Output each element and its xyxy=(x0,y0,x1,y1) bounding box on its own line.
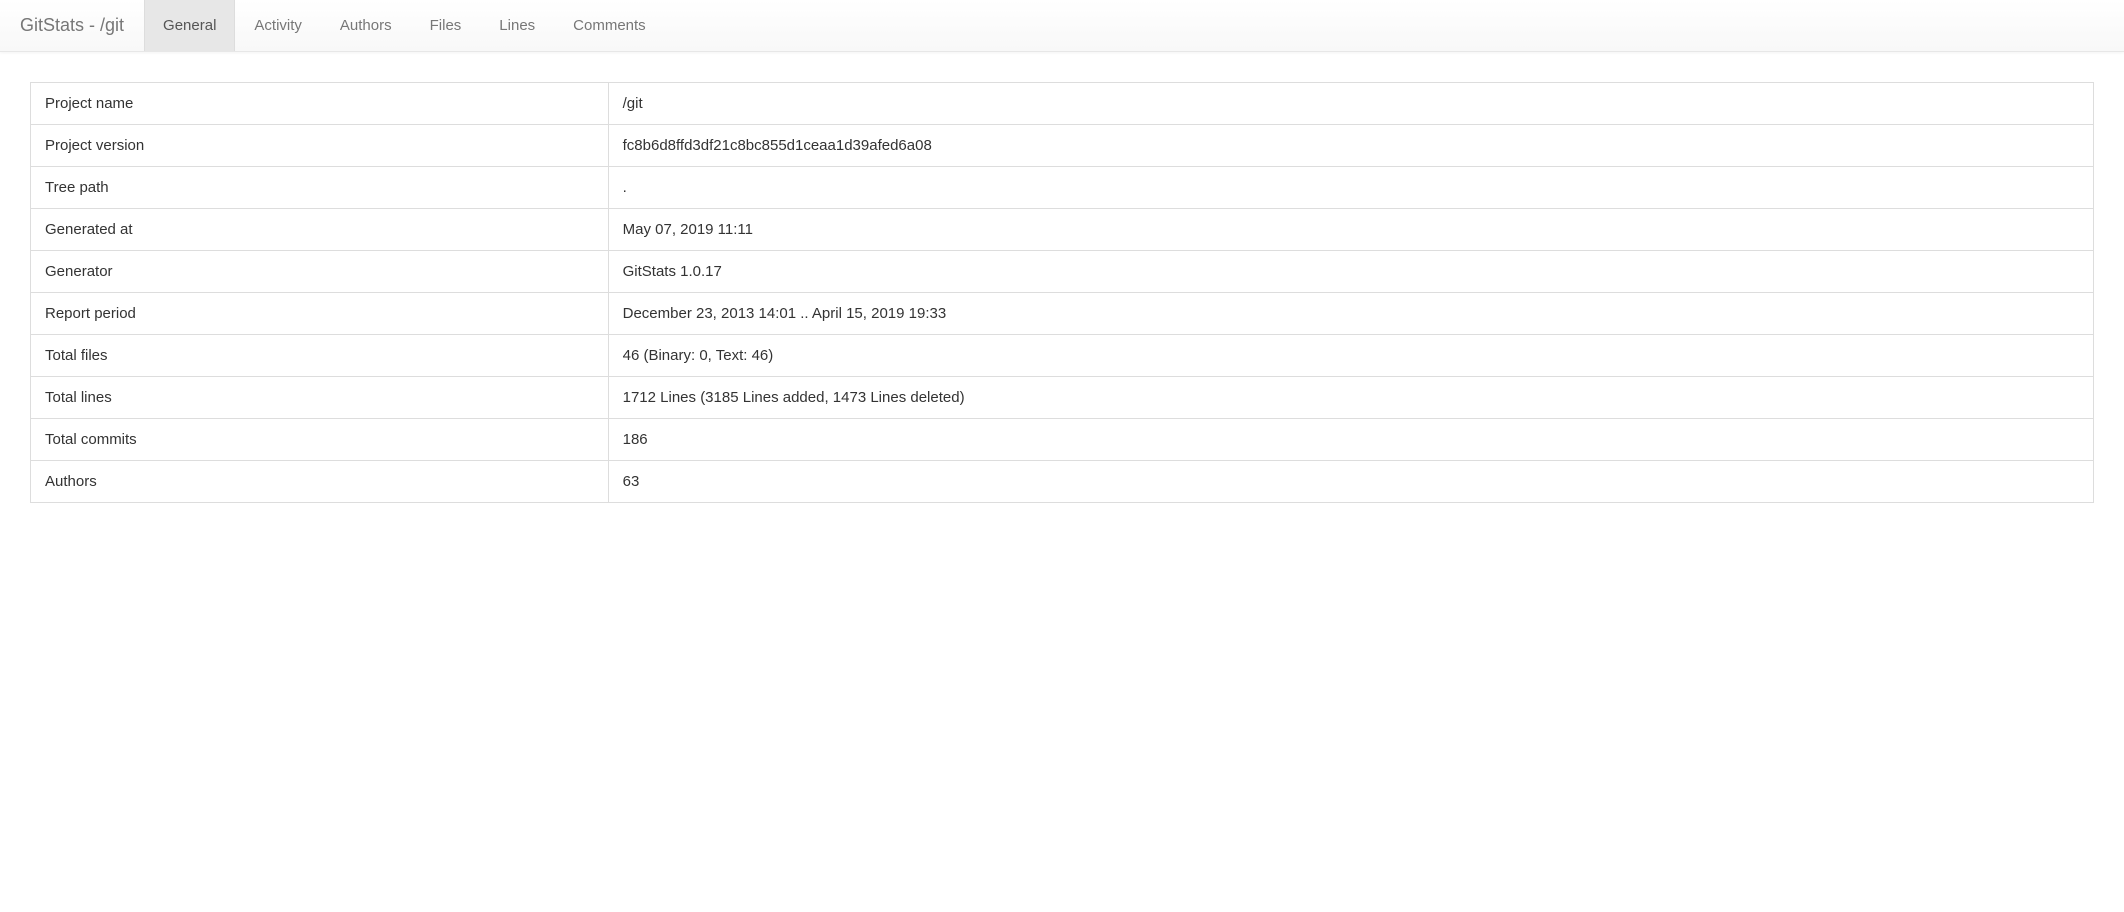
row-key-authors: Authors xyxy=(31,461,609,503)
row-key-total-lines: Total lines xyxy=(31,377,609,419)
main-content: Project name /git Project version fc8b6d… xyxy=(0,52,2124,533)
row-val-generated-at: May 07, 2019 11:11 xyxy=(608,209,2093,251)
tab-files[interactable]: Files xyxy=(411,0,481,51)
table-row: Total commits 186 xyxy=(31,419,2094,461)
row-val-total-commits: 186 xyxy=(608,419,2093,461)
tab-general[interactable]: General xyxy=(144,0,235,51)
table-row: Report period December 23, 2013 14:01 ..… xyxy=(31,293,2094,335)
tab-lines[interactable]: Lines xyxy=(480,0,554,51)
row-key-project-version: Project version xyxy=(31,125,609,167)
table-row: Total lines 1712 Lines (3185 Lines added… xyxy=(31,377,2094,419)
row-val-total-lines: 1712 Lines (3185 Lines added, 1473 Lines… xyxy=(608,377,2093,419)
tab-authors[interactable]: Authors xyxy=(321,0,411,51)
row-key-report-period: Report period xyxy=(31,293,609,335)
table-row: Generator GitStats 1.0.17 xyxy=(31,251,2094,293)
row-val-authors: 63 xyxy=(608,461,2093,503)
general-info-table: Project name /git Project version fc8b6d… xyxy=(30,82,2094,503)
row-key-project-name: Project name xyxy=(31,83,609,125)
row-val-project-version: fc8b6d8ffd3df21c8bc855d1ceaa1d39afed6a08 xyxy=(608,125,2093,167)
navbar-brand[interactable]: GitStats - /git xyxy=(0,0,144,51)
row-key-total-commits: Total commits xyxy=(31,419,609,461)
navbar: GitStats - /git General Activity Authors… xyxy=(0,0,2124,52)
table-row: Project name /git xyxy=(31,83,2094,125)
row-key-tree-path: Tree path xyxy=(31,167,609,209)
tab-comments[interactable]: Comments xyxy=(554,0,665,51)
table-row: Total files 46 (Binary: 0, Text: 46) xyxy=(31,335,2094,377)
row-key-total-files: Total files xyxy=(31,335,609,377)
table-row: Project version fc8b6d8ffd3df21c8bc855d1… xyxy=(31,125,2094,167)
row-val-tree-path: . xyxy=(608,167,2093,209)
row-key-generator: Generator xyxy=(31,251,609,293)
nav-tabs: General Activity Authors Files Lines Com… xyxy=(144,0,665,51)
table-row: Authors 63 xyxy=(31,461,2094,503)
row-key-generated-at: Generated at xyxy=(31,209,609,251)
row-val-total-files: 46 (Binary: 0, Text: 46) xyxy=(608,335,2093,377)
row-val-generator: GitStats 1.0.17 xyxy=(608,251,2093,293)
tab-activity[interactable]: Activity xyxy=(235,0,321,51)
row-val-project-name: /git xyxy=(608,83,2093,125)
row-val-report-period: December 23, 2013 14:01 .. April 15, 201… xyxy=(608,293,2093,335)
table-row: Generated at May 07, 2019 11:11 xyxy=(31,209,2094,251)
table-row: Tree path . xyxy=(31,167,2094,209)
